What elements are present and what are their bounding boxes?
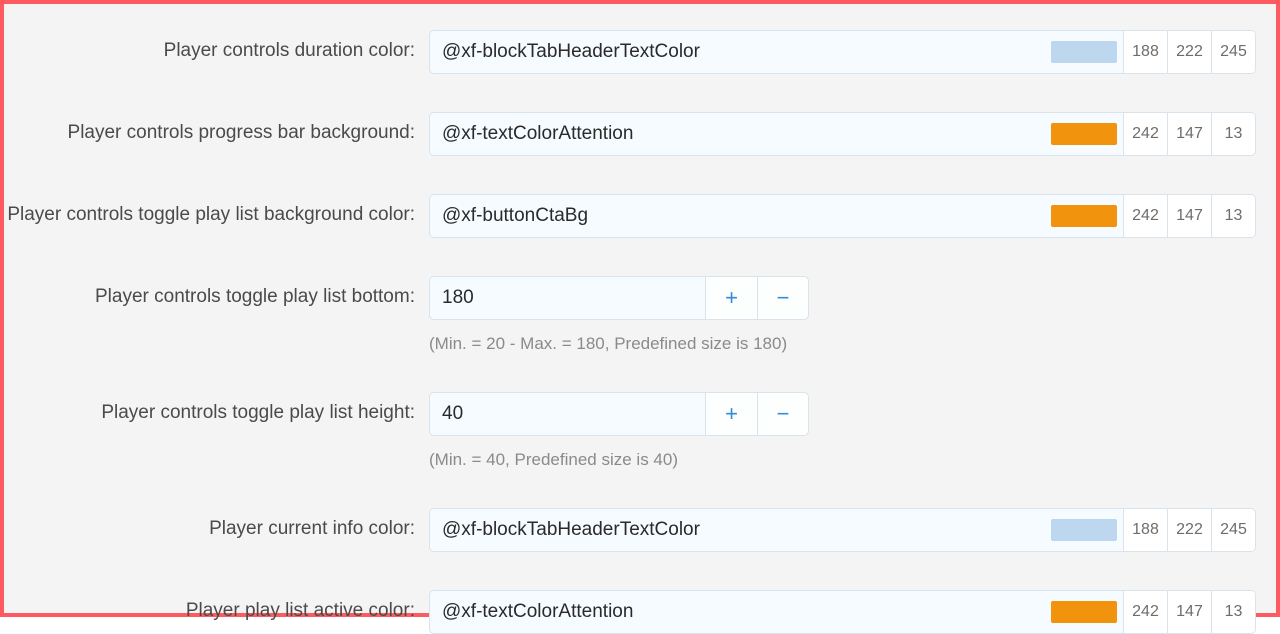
color-field: 24214713: [429, 590, 1256, 634]
color-swatch[interactable]: [1051, 205, 1117, 227]
field-label: Player controls duration color:: [4, 30, 429, 62]
plus-icon[interactable]: +: [705, 276, 757, 320]
stepper-wrap: +− (Min. = 40, Predefined size is 40): [429, 392, 1256, 470]
color-field: 188222245: [429, 30, 1256, 74]
field-label: Player controls toggle play list bottom:: [4, 276, 429, 308]
rgb-r-cell[interactable]: 188: [1123, 31, 1167, 73]
number-stepper: +−: [429, 392, 809, 436]
color-value-input[interactable]: [430, 195, 1045, 237]
field-label: Player controls toggle play list backgro…: [4, 194, 429, 226]
rgb-g-cell[interactable]: 222: [1167, 509, 1211, 551]
color-swatch[interactable]: [1051, 519, 1117, 541]
color-swatch[interactable]: [1051, 123, 1117, 145]
color-field: 24214713: [429, 112, 1256, 156]
rgb-b-cell[interactable]: 13: [1211, 113, 1255, 155]
minus-icon[interactable]: −: [757, 276, 809, 320]
rgb-b-cell[interactable]: 245: [1211, 509, 1255, 551]
field-hint: (Min. = 40, Predefined size is 40): [429, 450, 1256, 470]
form-frame: Player controls duration color:188222245…: [0, 0, 1280, 617]
field-label: Player play list active color:: [4, 590, 429, 622]
form-row: Player controls toggle play list bottom:…: [4, 276, 1276, 354]
field-col: +− (Min. = 40, Predefined size is 40): [429, 392, 1276, 470]
color-value-input[interactable]: [430, 509, 1045, 551]
field-label: Player controls progress bar background:: [4, 112, 429, 144]
rgb-r-cell[interactable]: 242: [1123, 113, 1167, 155]
color-swatch[interactable]: [1051, 41, 1117, 63]
color-swatch[interactable]: [1051, 601, 1117, 623]
form-row: Player controls progress bar background:…: [4, 112, 1276, 156]
rgb-b-cell[interactable]: 13: [1211, 195, 1255, 237]
form-row: Player controls toggle play list backgro…: [4, 194, 1276, 238]
field-hint: (Min. = 20 - Max. = 180, Predefined size…: [429, 334, 1256, 354]
color-field: 24214713: [429, 194, 1256, 238]
field-col: 188222245: [429, 508, 1276, 552]
rgb-g-cell[interactable]: 222: [1167, 31, 1211, 73]
rgb-r-cell[interactable]: 188: [1123, 509, 1167, 551]
color-value-input[interactable]: [430, 113, 1045, 155]
color-value-input[interactable]: [430, 31, 1045, 73]
field-label: Player current info color:: [4, 508, 429, 540]
plus-icon[interactable]: +: [705, 392, 757, 436]
form-row: Player current info color:188222245: [4, 508, 1276, 552]
form-row: Player play list active color:24214713: [4, 590, 1276, 634]
field-col: 24214713: [429, 590, 1276, 634]
field-col: 24214713: [429, 112, 1276, 156]
field-label: Player controls toggle play list height:: [4, 392, 429, 424]
stepper-wrap: +− (Min. = 20 - Max. = 180, Predefined si…: [429, 276, 1256, 354]
rgb-g-cell[interactable]: 147: [1167, 591, 1211, 633]
form-area: Player controls duration color:188222245…: [4, 4, 1276, 613]
form-row: Player controls toggle play list height:…: [4, 392, 1276, 470]
rgb-g-cell[interactable]: 147: [1167, 195, 1211, 237]
rgb-g-cell[interactable]: 147: [1167, 113, 1211, 155]
minus-icon[interactable]: −: [757, 392, 809, 436]
field-col: 188222245: [429, 30, 1276, 74]
color-value-input[interactable]: [430, 591, 1045, 633]
rgb-r-cell[interactable]: 242: [1123, 195, 1167, 237]
rgb-b-cell[interactable]: 13: [1211, 591, 1255, 633]
color-field: 188222245: [429, 508, 1256, 552]
rgb-b-cell[interactable]: 245: [1211, 31, 1255, 73]
form-row: Player controls duration color:188222245: [4, 30, 1276, 74]
field-col: 24214713: [429, 194, 1276, 238]
rgb-r-cell[interactable]: 242: [1123, 591, 1167, 633]
field-col: +− (Min. = 20 - Max. = 180, Predefined si…: [429, 276, 1276, 354]
number-input[interactable]: [429, 392, 705, 436]
number-input[interactable]: [429, 276, 705, 320]
number-stepper: +−: [429, 276, 809, 320]
